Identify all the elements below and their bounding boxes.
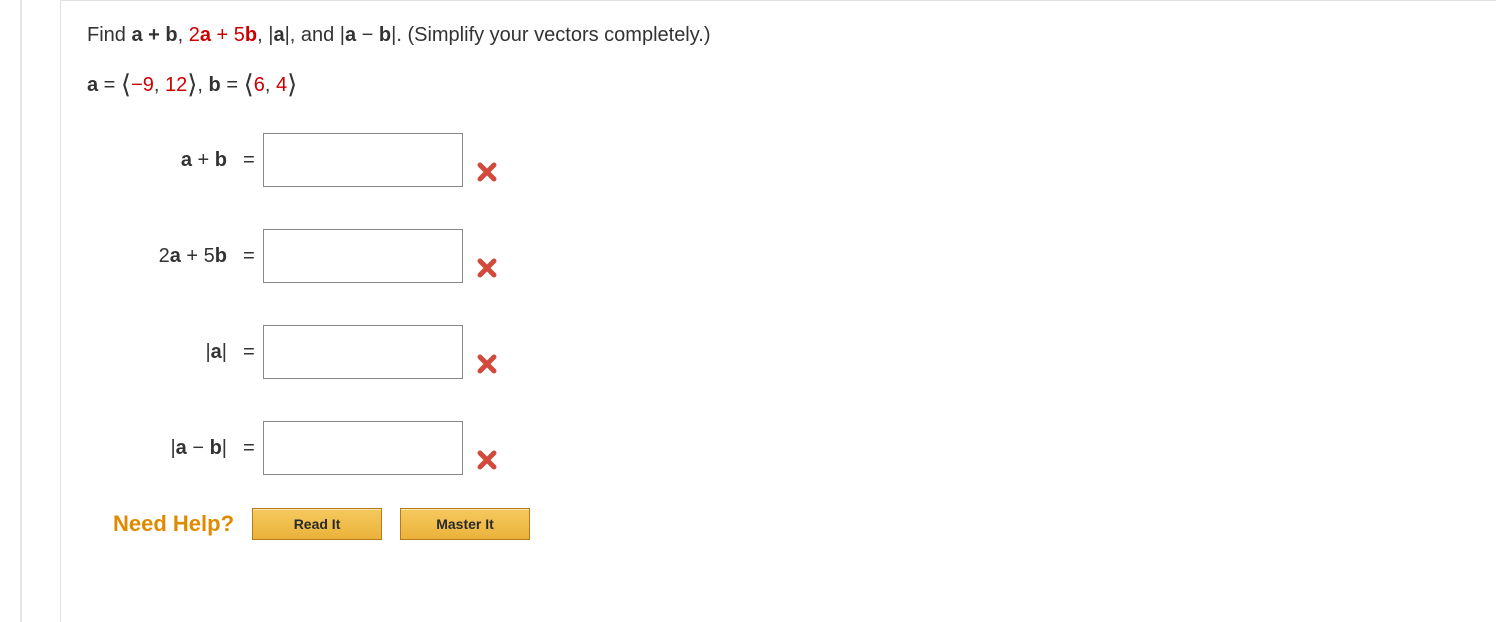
prompt-b: b: [245, 24, 257, 46]
label-abs-a: |a|: [87, 341, 235, 364]
question-page: Find a + b, 2a + 5b, |a|, and |a − b|. (…: [0, 0, 1506, 622]
given-b-label: b: [209, 74, 221, 96]
input-a-plus-b[interactable]: [263, 133, 463, 187]
given-vectors: a = ⟨−9, 12⟩, b = ⟨6, 4⟩: [87, 69, 1470, 100]
given-b-v2: 4: [276, 74, 287, 96]
input-abs-a[interactable]: [263, 325, 463, 379]
prompt-abs-b: b: [379, 24, 391, 46]
question-prompt: Find a + b, 2a + 5b, |a|, and |a − b|. (…: [87, 21, 1470, 49]
row-2a-plus-5b: 2a + 5b =: [87, 220, 1470, 292]
row2-b: b: [215, 245, 227, 267]
given-b-comma: ,: [265, 74, 276, 96]
answers-block: a + b = 2a + 5b = |a|: [87, 124, 1470, 484]
need-help-label: Need Help?: [113, 511, 234, 537]
row4-eq: =: [235, 437, 263, 460]
prompt-abs-a: a: [273, 24, 284, 46]
given-sep: ,: [197, 74, 208, 96]
incorrect-icon: [475, 448, 499, 472]
row1-a: a: [181, 149, 192, 171]
row4-b: b: [210, 437, 222, 459]
label-2a-plus-5b: 2a + 5b: [87, 245, 235, 268]
given-a-label: a: [87, 74, 98, 96]
left-divider: [20, 0, 22, 622]
angle-left-2: ⟨: [244, 69, 254, 99]
input-abs-a-minus-b[interactable]: [263, 421, 463, 475]
angle-right-1: ⟩: [187, 69, 197, 99]
given-a-v1: −9: [131, 74, 154, 96]
row4-a: a: [176, 437, 187, 459]
prompt-plus: +: [211, 24, 234, 46]
prompt-a: a: [200, 24, 211, 46]
given-eq1: =: [98, 74, 121, 96]
input-2a-plus-5b[interactable]: [263, 229, 463, 283]
angle-left-1: ⟨: [121, 69, 131, 99]
row3-a: a: [211, 341, 222, 363]
prompt-text: Find: [87, 24, 131, 46]
angle-right-2: ⟩: [287, 69, 297, 99]
row3-eq: =: [235, 341, 263, 364]
prompt-5: 5: [234, 24, 245, 46]
row4-bar2: |: [222, 437, 227, 459]
row-abs-a: |a| =: [87, 316, 1470, 388]
row1-b: b: [215, 149, 227, 171]
master-it-button[interactable]: Master It: [400, 508, 530, 540]
row-a-plus-b: a + b =: [87, 124, 1470, 196]
prompt-2: 2: [189, 24, 200, 46]
row2-a: a: [170, 245, 181, 267]
row2-eq: =: [235, 245, 263, 268]
row-abs-a-minus-b: |a − b| =: [87, 412, 1470, 484]
read-it-button[interactable]: Read It: [252, 508, 382, 540]
prompt-comma1: ,: [178, 24, 189, 46]
given-b-v1: 6: [254, 74, 265, 96]
question-content: Find a + b, 2a + 5b, |a|, and |a − b|. (…: [60, 0, 1496, 622]
incorrect-icon: [475, 256, 499, 280]
row3-bar2: |: [222, 341, 227, 363]
row4-minus: −: [187, 437, 210, 459]
label-a-plus-b: a + b: [87, 149, 235, 172]
label-abs-a-minus-b: |a − b|: [87, 437, 235, 460]
row2-2: 2: [159, 245, 170, 267]
prompt-tail: |. (Simplify your vectors completely.): [391, 24, 710, 46]
prompt-minus: −: [356, 24, 379, 46]
prompt-comma2: , |: [257, 24, 273, 46]
row2-plus: +: [181, 245, 204, 267]
prompt-abs-a2: a: [345, 24, 356, 46]
prompt-a-plus-b: a + b: [131, 24, 177, 46]
given-a-v2: 12: [165, 74, 187, 96]
incorrect-icon: [475, 352, 499, 376]
row1-plus: +: [192, 149, 215, 171]
prompt-comma3: |, and |: [285, 24, 345, 46]
help-row: Need Help? Read It Master It: [113, 508, 1470, 540]
row1-eq: =: [235, 149, 263, 172]
given-eq2: =: [221, 74, 244, 96]
given-a-comma: ,: [154, 74, 165, 96]
incorrect-icon: [475, 160, 499, 184]
row2-5: 5: [204, 245, 215, 267]
